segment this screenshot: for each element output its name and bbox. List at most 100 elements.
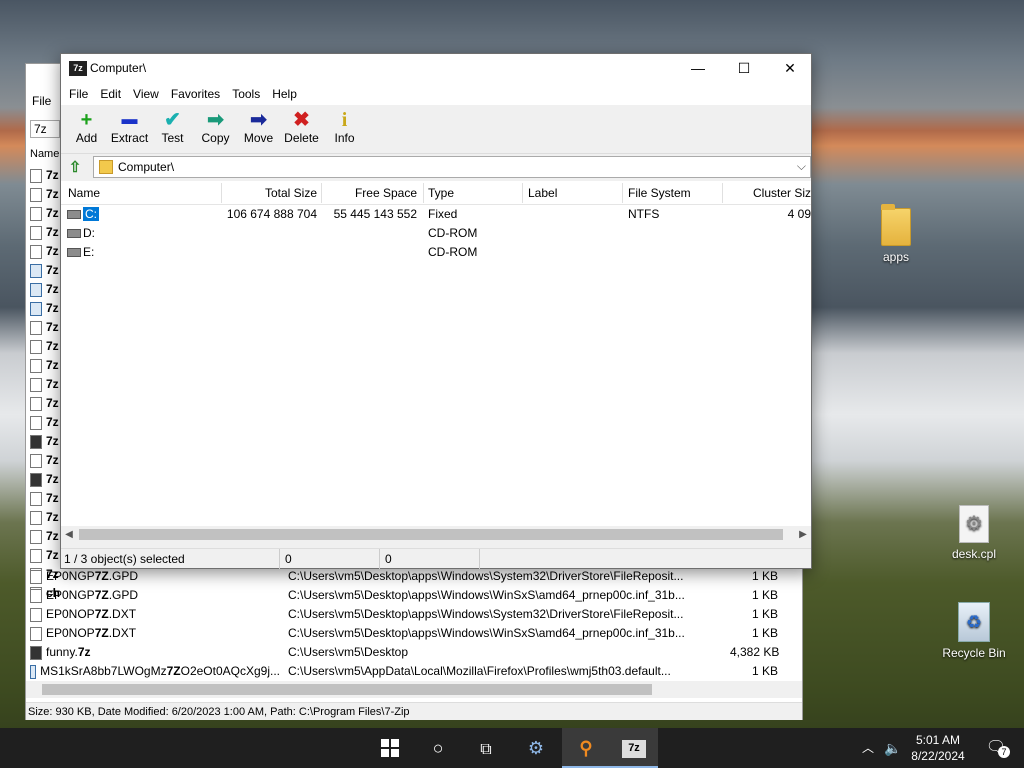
notification-count: 7 xyxy=(998,746,1010,758)
status-bar: 1 / 3 object(s) selected 0 0 xyxy=(61,548,811,569)
clock[interactable]: 5:01 AM 8/22/2024 xyxy=(902,732,974,764)
settings-file-icon: ⚙ xyxy=(959,505,989,543)
address-text: Computer\ xyxy=(118,160,175,174)
menu-tools[interactable]: Tools xyxy=(226,83,266,105)
column-free-space[interactable]: Free Space xyxy=(321,186,417,200)
file-icon xyxy=(30,168,42,183)
start-button[interactable] xyxy=(366,728,414,768)
copy-button[interactable]: ➡ Copy xyxy=(194,105,237,153)
bg-search-input[interactable]: 7z xyxy=(30,120,60,138)
scrollbar-thumb[interactable] xyxy=(42,684,652,695)
table-row[interactable]: C: 106 674 888 704 55 445 143 552 Fixed … xyxy=(61,205,811,224)
row-path: C:\Users\vm5\Desktop xyxy=(288,645,409,659)
column-total-size[interactable]: Total Size xyxy=(221,186,317,200)
column-name[interactable]: Name xyxy=(68,186,100,200)
bg-menu-file[interactable]: File xyxy=(26,94,51,108)
packed-size: 0 xyxy=(385,552,392,566)
window-title: Computer\ xyxy=(90,61,147,75)
delete-button[interactable]: ✖ Delete xyxy=(280,105,323,153)
taskbar-app-search-tool[interactable]: ⚲ xyxy=(562,728,610,768)
scroll-left-icon[interactable]: ◀ xyxy=(61,526,77,543)
file-icon xyxy=(30,225,42,240)
bg-status-bar: Size: 930 KB, Date Modified: 6/20/2023 1… xyxy=(26,702,802,720)
drive-list[interactable]: Name Total Size Free Space Type Label Fi… xyxy=(61,181,811,542)
bg-column-name[interactable]: Name xyxy=(30,148,59,160)
minimize-button[interactable]: — xyxy=(675,54,721,83)
7zip-file-icon xyxy=(30,645,42,660)
window-file-icon xyxy=(30,282,42,297)
table-row[interactable]: EP0NGP 7Z .GPD C:\Users\vm5\Desktop\apps\W… xyxy=(30,567,800,586)
bg-results-list: EP0NGP 7Z .GPD C:\Users\vm5\Desktop\apps\W… xyxy=(30,567,800,681)
taskbar-app-7zip[interactable]: 7z xyxy=(610,728,658,768)
close-button[interactable]: ✕ xyxy=(767,54,813,83)
network-settings-icon: ⚙ xyxy=(527,738,545,758)
taskbar-app-network[interactable]: ⚙ xyxy=(512,728,560,768)
extract-button[interactable]: ▬ Extract xyxy=(108,105,151,153)
desktop-icon-desk-cpl[interactable]: ⚙ desk.cpl xyxy=(939,505,1009,561)
table-row[interactable]: EP0NOP 7Z .DXT C:\Users\vm5\Desktop\apps\W… xyxy=(30,624,800,643)
column-cluster-size[interactable]: Cluster Siz xyxy=(729,186,811,200)
table-row[interactable]: E: CD-ROM xyxy=(61,243,811,262)
scroll-right-icon[interactable]: ▶ xyxy=(795,526,811,543)
file-system: NTFS xyxy=(628,207,660,221)
menu-view[interactable]: View xyxy=(127,83,165,105)
show-hidden-icons-button[interactable]: ︿ xyxy=(858,728,878,768)
bg-horizontal-scrollbar[interactable] xyxy=(26,681,802,698)
windows-logo-icon xyxy=(381,739,399,757)
desktop-icon-label: Recycle Bin xyxy=(942,646,1006,660)
toolbar: + Add ▬ Extract ✔ Test ➡ Copy ➡ Move ✖ Delete … xyxy=(61,105,811,154)
row-size: 1 KB xyxy=(751,626,778,640)
info-button[interactable]: i Info xyxy=(323,105,366,153)
task-view-button[interactable]: ⧉ xyxy=(462,728,510,768)
maximize-button[interactable]: ☐ xyxy=(721,54,767,83)
hard-drive-icon xyxy=(67,210,81,220)
column-label[interactable]: Label xyxy=(528,186,557,200)
table-row[interactable]: funny. 7z C:\Users\vm5\Desktop 4,382 KB xyxy=(30,643,800,662)
volume-button[interactable]: 🔈 xyxy=(882,728,904,768)
file-icon xyxy=(30,510,42,525)
file-icon xyxy=(30,244,42,259)
file-icon xyxy=(30,358,42,373)
desktop-icon-recycle-bin[interactable]: ♻ Recycle Bin xyxy=(939,602,1009,660)
drive-name: D: xyxy=(83,226,95,240)
menu-favorites[interactable]: Favorites xyxy=(165,83,226,105)
add-button[interactable]: + Add xyxy=(65,105,108,153)
add-icon: + xyxy=(80,109,93,131)
file-icon xyxy=(30,569,42,584)
column-file-system[interactable]: File System xyxy=(628,186,691,200)
address-input[interactable]: Computer\ ⌵ xyxy=(93,156,811,178)
file-icon xyxy=(30,415,42,430)
test-button[interactable]: ✔ Test xyxy=(151,105,194,153)
title-bar[interactable]: 7z Computer\ — ☐ ✕ xyxy=(61,54,811,83)
window-file-icon xyxy=(30,263,42,278)
file-icon xyxy=(30,588,42,603)
window-file-icon xyxy=(30,664,37,679)
menu-help[interactable]: Help xyxy=(266,83,303,105)
table-row[interactable]: EP0NOP 7Z .DXT C:\Users\vm5\Desktop\apps\W… xyxy=(30,605,800,624)
drive-type: Fixed xyxy=(428,207,458,221)
info-icon: i xyxy=(341,109,348,131)
file-icon xyxy=(30,626,42,641)
file-icon xyxy=(30,453,42,468)
drive-name: C: xyxy=(83,207,99,221)
chevron-down-icon[interactable]: ⌵ xyxy=(797,159,806,174)
drive-type: CD-ROM xyxy=(428,245,478,259)
table-row[interactable]: D: CD-ROM xyxy=(61,224,811,243)
table-row[interactable]: EP0NGP 7Z .GPD C:\Users\vm5\Desktop\apps\W… xyxy=(30,586,800,605)
selection-size: 0 xyxy=(285,552,292,566)
cluster-size: 4 09 xyxy=(787,207,811,221)
search-button[interactable]: ○ xyxy=(414,728,462,768)
desktop-icon-apps[interactable]: apps xyxy=(861,204,931,264)
7zip-file-manager-window[interactable]: 7z Computer\ — ☐ ✕ File Edit View Favori… xyxy=(60,53,812,569)
move-button[interactable]: ➡ Move xyxy=(237,105,280,153)
horizontal-scrollbar[interactable]: ◀ ▶ xyxy=(61,526,811,543)
menu-edit[interactable]: Edit xyxy=(94,83,127,105)
table-row[interactable]: MS1kSrA8bb7LWOgMz 7Z O2eOt0AQcXg9j... C:\U… xyxy=(30,662,800,681)
column-type[interactable]: Type xyxy=(428,186,454,200)
menu-file[interactable]: File xyxy=(63,83,94,105)
notification-center-button[interactable]: 🗨 7 xyxy=(976,728,1016,768)
move-icon: ➡ xyxy=(250,109,267,131)
up-folder-icon[interactable]: ⇧ xyxy=(65,158,85,176)
scrollbar-thumb[interactable] xyxy=(79,529,783,540)
total-size: 106 674 888 704 xyxy=(226,207,317,221)
